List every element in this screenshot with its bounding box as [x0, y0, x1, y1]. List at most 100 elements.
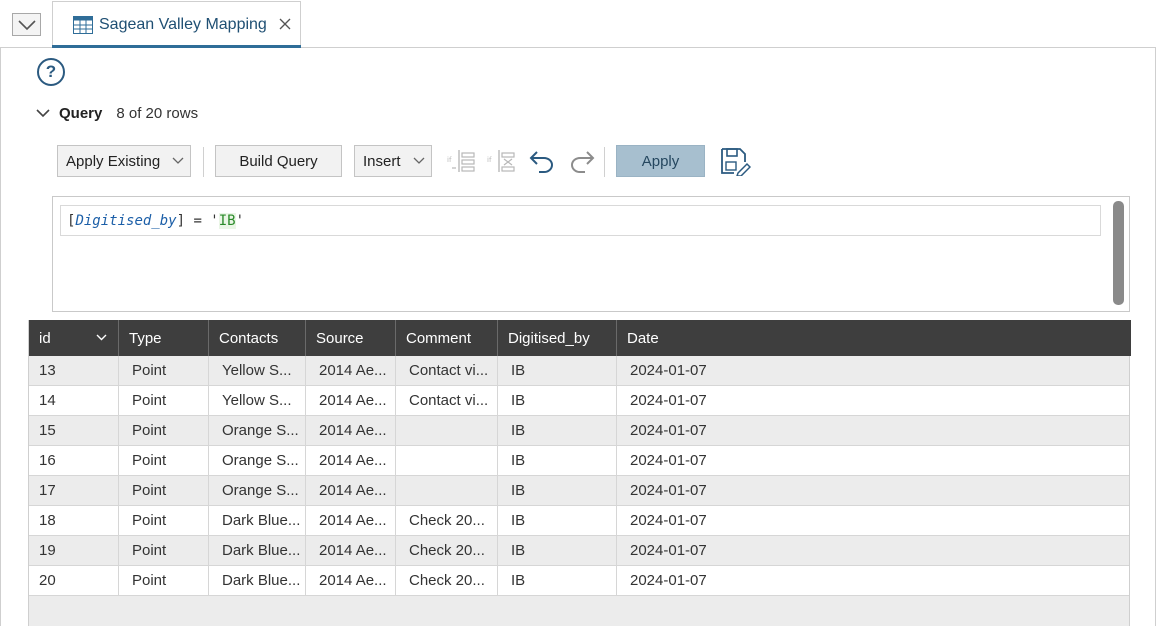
tab-menu-button[interactable] — [12, 13, 41, 36]
cell-type: Point — [119, 566, 209, 595]
build-query-label: Build Query — [239, 152, 318, 170]
frame-border-left — [0, 48, 1, 626]
redo-icon — [571, 151, 595, 173]
tab-title: Sagean Valley Mapping — [99, 16, 267, 33]
cell-id: 19 — [29, 536, 119, 565]
save-query-button[interactable] — [718, 146, 752, 176]
column-header-label: Type — [129, 329, 162, 347]
column-header-id[interactable]: id — [29, 320, 119, 356]
cell-source: 2014 Ae... — [306, 506, 396, 535]
table-row[interactable]: 14 Point Yellow S... 2014 Ae... Contact … — [29, 386, 1129, 416]
cell-id: 17 — [29, 476, 119, 505]
table-header: id Type Contacts Source Comment Digitise… — [29, 320, 1131, 356]
cell-type: Point — [119, 536, 209, 565]
cell-digitised-by: IB — [498, 416, 617, 445]
cell-type: Point — [119, 356, 209, 385]
cell-contacts: Orange S... — [209, 416, 306, 445]
cell-source: 2014 Ae... — [306, 446, 396, 475]
cell-date: 2024-01-07 — [630, 392, 707, 409]
cell-contacts: Dark Blue... — [209, 506, 306, 535]
query-section-header[interactable]: Query 8 of 20 rows — [35, 103, 198, 123]
cell-id: 16 — [29, 446, 119, 475]
undo-button[interactable] — [526, 146, 558, 176]
cell-digitised-by: IB — [498, 476, 617, 505]
column-header-label: Contacts — [219, 329, 279, 347]
cell-type: Point — [119, 386, 209, 415]
chevron-down-icon[interactable] — [96, 334, 107, 341]
cell-id: 14 — [29, 386, 119, 415]
tab-bar: Sagean Valley Mapping — [0, 0, 1156, 48]
cell-id: 18 — [29, 506, 119, 535]
svg-text:if: if — [487, 156, 492, 164]
close-icon[interactable] — [278, 17, 292, 31]
cell-contacts: Yellow S... — [209, 386, 306, 415]
cell-contacts: Yellow S... — [209, 356, 306, 385]
cell-source: 2014 Ae... — [306, 536, 396, 565]
apply-label: Apply — [641, 152, 680, 170]
table-row[interactable]: 17 Point Orange S... 2014 Ae... IB 2024-… — [29, 476, 1129, 506]
cell-comment: Contact vi... — [396, 356, 498, 385]
cell-digitised-by: IB — [498, 566, 617, 595]
cell-id: 13 — [29, 356, 119, 385]
query-editor[interactable]: [Digitised_by] = 'IB' — [52, 196, 1130, 312]
cell-type: Point — [119, 416, 209, 445]
cell-contacts: Dark Blue... — [209, 566, 306, 595]
apply-existing-dropdown[interactable]: Apply Existing — [57, 145, 191, 177]
table-row[interactable]: 20 Point Dark Blue... 2014 Ae... Check 2… — [29, 566, 1129, 596]
query-value-token: IB — [218, 213, 236, 229]
column-header-digitised-by[interactable]: Digitised_by — [498, 320, 617, 356]
column-header-comment[interactable]: Comment — [396, 320, 498, 356]
help-button[interactable]: ? — [37, 58, 65, 86]
cell-source: 2014 Ae... — [306, 356, 396, 385]
query-expression-line[interactable]: [Digitised_by] = 'IB' — [60, 205, 1101, 236]
redo-button[interactable] — [566, 146, 598, 176]
column-header-date[interactable]: Date — [617, 320, 1131, 356]
cell-digitised-by: IB — [498, 356, 617, 385]
table-row[interactable]: 16 Point Orange S... 2014 Ae... IB 2024-… — [29, 446, 1129, 476]
cell-contacts: Dark Blue... — [209, 536, 306, 565]
column-header-contacts[interactable]: Contacts — [209, 320, 306, 356]
cell-date: 2024-01-07 — [630, 542, 707, 559]
cell-comment: Check 20... — [396, 536, 498, 565]
cell-digitised-by: IB — [498, 536, 617, 565]
tab-sagean-valley-mapping[interactable]: Sagean Valley Mapping — [52, 1, 301, 48]
table-row[interactable]: 13 Point Yellow S... 2014 Ae... Contact … — [29, 356, 1129, 386]
editor-scrollbar[interactable] — [1113, 201, 1124, 305]
query-label: Query — [59, 104, 103, 122]
table-row[interactable]: 18 Point Dark Blue... 2014 Ae... Check 2… — [29, 506, 1129, 536]
save-edit-icon — [721, 148, 751, 176]
build-query-button[interactable]: Build Query — [215, 145, 342, 177]
add-condition-button[interactable]: if — [446, 146, 478, 176]
table-row[interactable]: 19 Point Dark Blue... 2014 Ae... Check 2… — [29, 536, 1129, 566]
cell-comment — [396, 446, 498, 475]
cell-date: 2024-01-07 — [630, 572, 707, 589]
cell-date: 2024-01-07 — [630, 482, 707, 499]
chevron-down-icon — [413, 157, 425, 164]
svg-text:if: if — [447, 156, 452, 164]
column-header-label: Digitised_by — [508, 329, 590, 347]
cell-comment — [396, 416, 498, 445]
remove-condition-button[interactable]: if — [486, 146, 518, 176]
insert-label: Insert — [363, 152, 401, 170]
column-header-label: Date — [627, 329, 659, 347]
chevron-down-icon[interactable] — [35, 107, 51, 119]
column-header-source[interactable]: Source — [306, 320, 396, 356]
cell-source: 2014 Ae... — [306, 566, 396, 595]
cell-source: 2014 Ae... — [306, 476, 396, 505]
column-header-label: Comment — [406, 329, 472, 347]
table-row[interactable]: 15 Point Orange S... 2014 Ae... IB 2024-… — [29, 416, 1129, 446]
apply-button[interactable]: Apply — [616, 145, 705, 177]
cell-date: 2024-01-07 — [630, 422, 707, 439]
column-header-type[interactable]: Type — [119, 320, 209, 356]
column-header-label: id — [39, 329, 51, 347]
cell-date: 2024-01-07 — [630, 512, 707, 529]
column-header-label: Source — [316, 329, 364, 347]
cell-comment: Check 20... — [396, 506, 498, 535]
toolbar-separator — [604, 147, 605, 177]
cell-type: Point — [119, 476, 209, 505]
cell-date: 2024-01-07 — [630, 362, 707, 379]
cell-contacts: Orange S... — [209, 476, 306, 505]
insert-dropdown[interactable]: Insert — [354, 145, 432, 177]
cell-comment: Contact vi... — [396, 386, 498, 415]
cell-type: Point — [119, 506, 209, 535]
